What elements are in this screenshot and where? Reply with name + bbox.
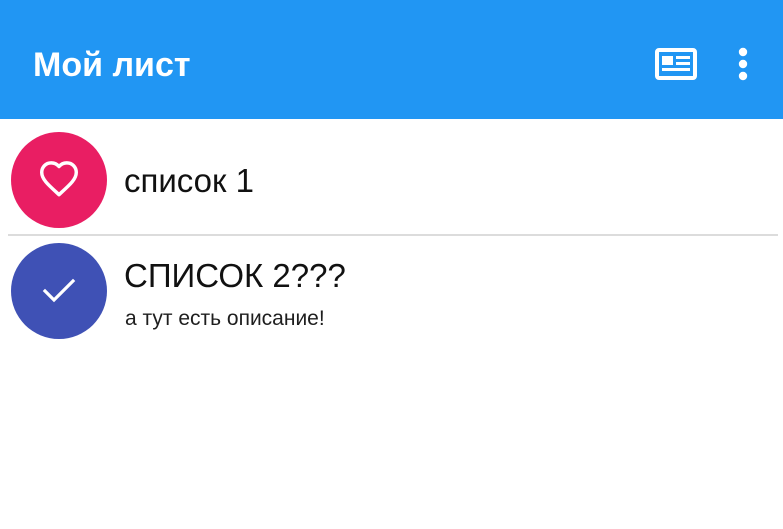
list-avatar <box>11 132 107 228</box>
list-description: а тут есть описание! <box>125 307 325 330</box>
check-icon <box>42 278 76 303</box>
list-item[interactable]: СПИСОК 2??? а тут есть описание! <box>0 235 783 355</box>
app-bar: Мой лист <box>0 0 783 119</box>
more-vert-icon <box>738 47 748 81</box>
app-title: Мой лист <box>33 46 191 84</box>
list-title: СПИСОК 2??? <box>124 257 346 294</box>
news-icon <box>655 48 697 80</box>
overflow-menu-button[interactable] <box>719 40 767 88</box>
list-title: список 1 <box>124 162 254 199</box>
list-item[interactable]: список 1 <box>0 119 783 236</box>
heart-outline-icon <box>40 161 79 197</box>
list-avatar <box>11 243 107 339</box>
news-view-button[interactable] <box>652 40 700 88</box>
